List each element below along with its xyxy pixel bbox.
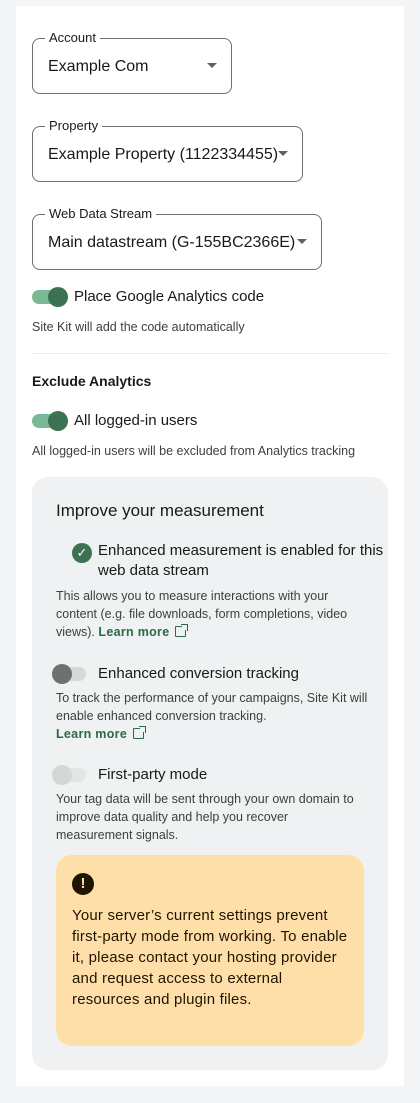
exclude-logged-in-help: All logged-in users will be excluded fro… <box>32 444 356 458</box>
web-data-stream-value: Main datastream (G-155BC2366E) <box>48 234 296 251</box>
chevron-down-icon <box>297 239 307 244</box>
first-party-warning-text: Your server’s current settings prevent f… <box>72 907 348 1008</box>
account-value: Example Com <box>48 58 149 75</box>
web-data-stream-select[interactable]: Web Data Stream Main datastream (G-155BC… <box>32 206 322 270</box>
place-code-help: Site Kit will add the code automatically <box>32 320 245 334</box>
exclude-logged-in-label: All logged-in users <box>74 412 198 429</box>
settings-card: Account Example Com Property Example Pro… <box>16 6 404 1086</box>
first-party-mode-help: Your tag data will be sent through your … <box>56 792 354 842</box>
external-link-icon <box>175 624 189 637</box>
enhanced-conversion-help: To track the performance of your campaig… <box>56 691 368 741</box>
place-code-label: Place Google Analytics code <box>74 288 265 305</box>
first-party-mode-toggle[interactable] <box>52 765 88 785</box>
account-select[interactable]: Account Example Com <box>32 30 232 94</box>
toggle-knob <box>52 765 72 785</box>
measurement-panel: Improve your measurement ✓ Enhanced meas… <box>32 477 388 1070</box>
enhanced-measurement-help: This allows you to measure interactions … <box>56 589 348 639</box>
first-party-mode-label: First-party mode <box>98 766 208 783</box>
exclude-analytics-heading: Exclude Analytics <box>32 373 152 389</box>
property-value: Example Property (1122334455) <box>48 146 279 163</box>
property-select[interactable]: Property Example Property (1122334455) <box>32 118 303 182</box>
web-data-stream-label: Web Data Stream <box>45 206 157 222</box>
enhanced-conversion-toggle[interactable] <box>52 664 88 684</box>
property-label: Property <box>45 118 103 134</box>
enhanced-measurement-text: Enhanced measurement is enabled for this… <box>98 542 384 579</box>
chevron-down-icon <box>278 151 288 156</box>
divider <box>32 353 388 354</box>
place-code-toggle[interactable] <box>32 287 68 307</box>
account-label: Account <box>45 30 100 46</box>
toggle-knob <box>48 287 68 307</box>
warning-icon: ! <box>72 873 94 895</box>
enhanced-conversion-learn-more-link[interactable]: Learn more <box>56 726 147 741</box>
toggle-knob <box>52 664 72 684</box>
measurement-title: Improve your measurement <box>56 501 264 520</box>
checkmark-icon: ✓ <box>72 543 92 563</box>
enhanced-measurement-learn-more-link[interactable]: Learn more <box>98 624 189 639</box>
first-party-warning-notice: ! Your server’s current settings prevent… <box>56 855 364 1046</box>
external-link-icon <box>133 726 147 739</box>
enhanced-conversion-label: Enhanced conversion tracking <box>98 665 299 682</box>
toggle-knob <box>48 411 68 431</box>
exclude-logged-in-toggle[interactable] <box>32 411 68 431</box>
chevron-down-icon <box>207 63 217 68</box>
